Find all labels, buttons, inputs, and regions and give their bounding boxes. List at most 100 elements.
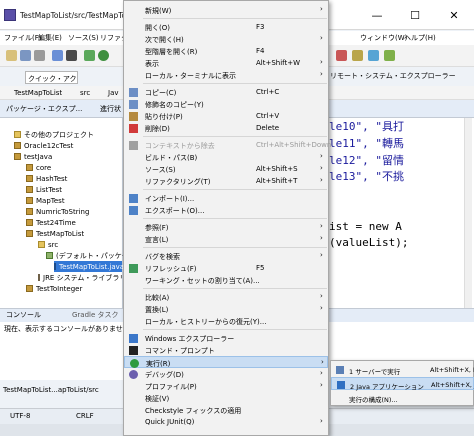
copy-icon [129,100,138,109]
context-menu-item[interactable]: Quick JUnit(Q) › [124,416,328,428]
submenu-arrow-icon: › [320,292,323,300]
menu-separator [143,18,327,19]
context-menu-item[interactable]: 貼り付け(P) Ctrl+V [124,110,328,122]
context-menu-item[interactable]: ビルド・パス(B) › [124,151,328,163]
context-menu-item[interactable]: ローカル・ターミナルに表示 › [124,69,328,81]
gradle-tasks-tab[interactable]: Gradle タスク [72,310,119,320]
menu-help[interactable]: ヘルプ(H) [404,33,436,43]
context-menu-item[interactable]: エクスポート(O)... [124,204,328,216]
context-menu-item[interactable]: 検証(V) [124,392,328,404]
context-menu-item-label: 参照(F) [145,224,169,232]
quick-access-input[interactable]: クイック・アクセス [25,71,78,84]
new-icon[interactable] [6,50,17,61]
context-menu-item[interactable]: リフレッシュ(F) F5 [124,262,328,274]
run-submenu-item[interactable]: 2 Java アプリケーション Alt+Shift+X, J [331,377,474,391]
context-menu-item[interactable]: リファクタリング(T) Alt+Shift+T › [124,175,328,187]
tree-item[interactable]: NumricToString [26,206,89,217]
run-icon [130,359,139,368]
folder-icon[interactable] [352,50,363,61]
menu-edit[interactable]: 編集(E) [38,33,62,43]
context-menu-item[interactable]: ローカル・ヒストリーからの復元(Y)... [124,315,328,327]
context-menu-item[interactable]: デバッグ(D) › [124,368,328,380]
context-menu-item[interactable]: プロファイル(P) › [124,380,328,392]
context-menu-item[interactable]: 新規(W) › [124,4,328,16]
progress-tab[interactable]: 進行状 [100,104,121,114]
context-menu-item[interactable]: ソース(S) Alt+Shift+S › [124,163,328,175]
run-icon[interactable] [98,50,109,61]
gradle-icon[interactable] [384,50,395,61]
tree-item[interactable]: ListTest [26,184,62,195]
tree-item[interactable]: Test24Time [26,217,76,228]
context-menu-item-label: 貼り付け(P) [145,113,183,121]
project-icon [26,164,33,171]
maximize-button[interactable]: ☐ [397,2,433,28]
context-menu-item[interactable]: インポート(I)... [124,192,328,204]
context-menu-item[interactable]: ワーキング・セットの割り当て(A)... [124,274,328,286]
context-menu-item[interactable]: 型階層を開く(R) F4 [124,45,328,57]
tree-item[interactable]: その他のプロジェクト [14,129,94,140]
save-icon[interactable] [20,50,31,61]
menu-file[interactable]: ファイル(F) [4,33,42,43]
submenu-arrow-icon: › [320,34,323,42]
context-menu-item-label: デバッグ(D) [145,371,184,379]
context-menu-item[interactable]: 宣言(L) › [124,233,328,245]
tree-item[interactable]: Oracle12cTest [14,140,73,151]
context-menu-item[interactable]: コマンド・プロンプト [124,344,328,356]
menu-window[interactable]: ウィンドウ(W) [360,33,407,43]
run-config-icon[interactable] [52,50,63,61]
run-submenu-item[interactable]: 1 サーバーで実行 Alt+Shift+X, R [331,363,474,376]
tree-item[interactable]: HashTest [26,173,67,184]
context-menu-item[interactable]: Checkstyle フィックスの適用 [124,404,328,416]
context-menu-item[interactable]: バグを検索 › [124,250,328,262]
context-menu-item[interactable]: コピー(C) Ctrl+C [124,86,328,98]
project-icon [14,142,21,149]
tree-item[interactable]: src [38,239,58,250]
editor-scrollbar[interactable] [464,118,472,308]
project-icon [26,208,33,215]
context-menu-item[interactable]: Windows エクスプローラー [124,332,328,344]
menu-source[interactable]: ソース(S) [68,33,99,43]
context-menu-item[interactable]: 実行(R) › [124,356,328,368]
context-menu-item[interactable]: 比較(A) › [124,291,328,303]
context-menu-item-label: コマンド・プロンプト [145,347,215,355]
context-menu-item-label: 型階層を開く(R) [145,48,198,56]
breadcrumb-java[interactable]: Jav [108,89,119,97]
menu-separator [143,218,327,219]
run-submenu-item-shortcut: Alt+Shift+X, J [431,381,474,389]
tree-item[interactable]: TestMapToList [26,228,84,239]
menu-separator [143,189,327,190]
minimize-button[interactable]: — [359,2,395,28]
context-menu-item-label: Quick JUnit(Q) [145,418,195,426]
breadcrumb-src[interactable]: src [80,89,90,97]
tree-item[interactable]: core [26,162,51,173]
close-button[interactable]: ✕ [436,2,472,28]
package-explorer-tab[interactable]: パッケージ・エクスプ... [6,104,82,114]
explorer-icon [129,334,138,343]
menu-separator [143,288,327,289]
print-icon[interactable] [34,50,45,61]
tree-item[interactable]: JRE システム・ライブラリー [Java [38,272,122,283]
context-menu-item[interactable]: 置換(L) › [124,303,328,315]
run-submenu-item[interactable]: 実行の構成(N)... [331,391,474,404]
context-menu-item[interactable]: 開く(O) F3 [124,21,328,33]
tree-item-selected[interactable]: TestMapToList.java [54,261,124,272]
library-icon [38,274,40,281]
delete-icon [129,124,138,133]
tree-item[interactable]: testJava [14,151,52,162]
context-menu-item-label: プロファイル(P) [145,383,197,391]
tree-item[interactable]: MapTest [26,195,65,206]
context-menu-item[interactable]: 削除(D) Delete [124,122,328,134]
breadcrumb-project[interactable]: TestMapToList [14,89,62,97]
terminal-icon[interactable] [66,50,77,61]
stop-icon[interactable] [336,50,347,61]
console-tab[interactable]: コンソール [6,310,41,320]
context-menu-item[interactable]: 修飾名のコピー(Y) [124,98,328,110]
debug-icon[interactable] [84,50,95,61]
tree-item[interactable]: TestToInteger [26,283,82,294]
search-icon[interactable] [368,50,379,61]
context-menu-item[interactable]: 参照(F) › [124,221,328,233]
context-menu-item[interactable]: 次で開く(H) › [124,33,328,45]
remote-system-explorer-perspective[interactable]: リモート・システム・エクスプローラー [330,71,456,81]
context-menu-item[interactable]: 表示 Alt+Shift+W › [124,57,328,69]
project-icon [26,175,33,182]
